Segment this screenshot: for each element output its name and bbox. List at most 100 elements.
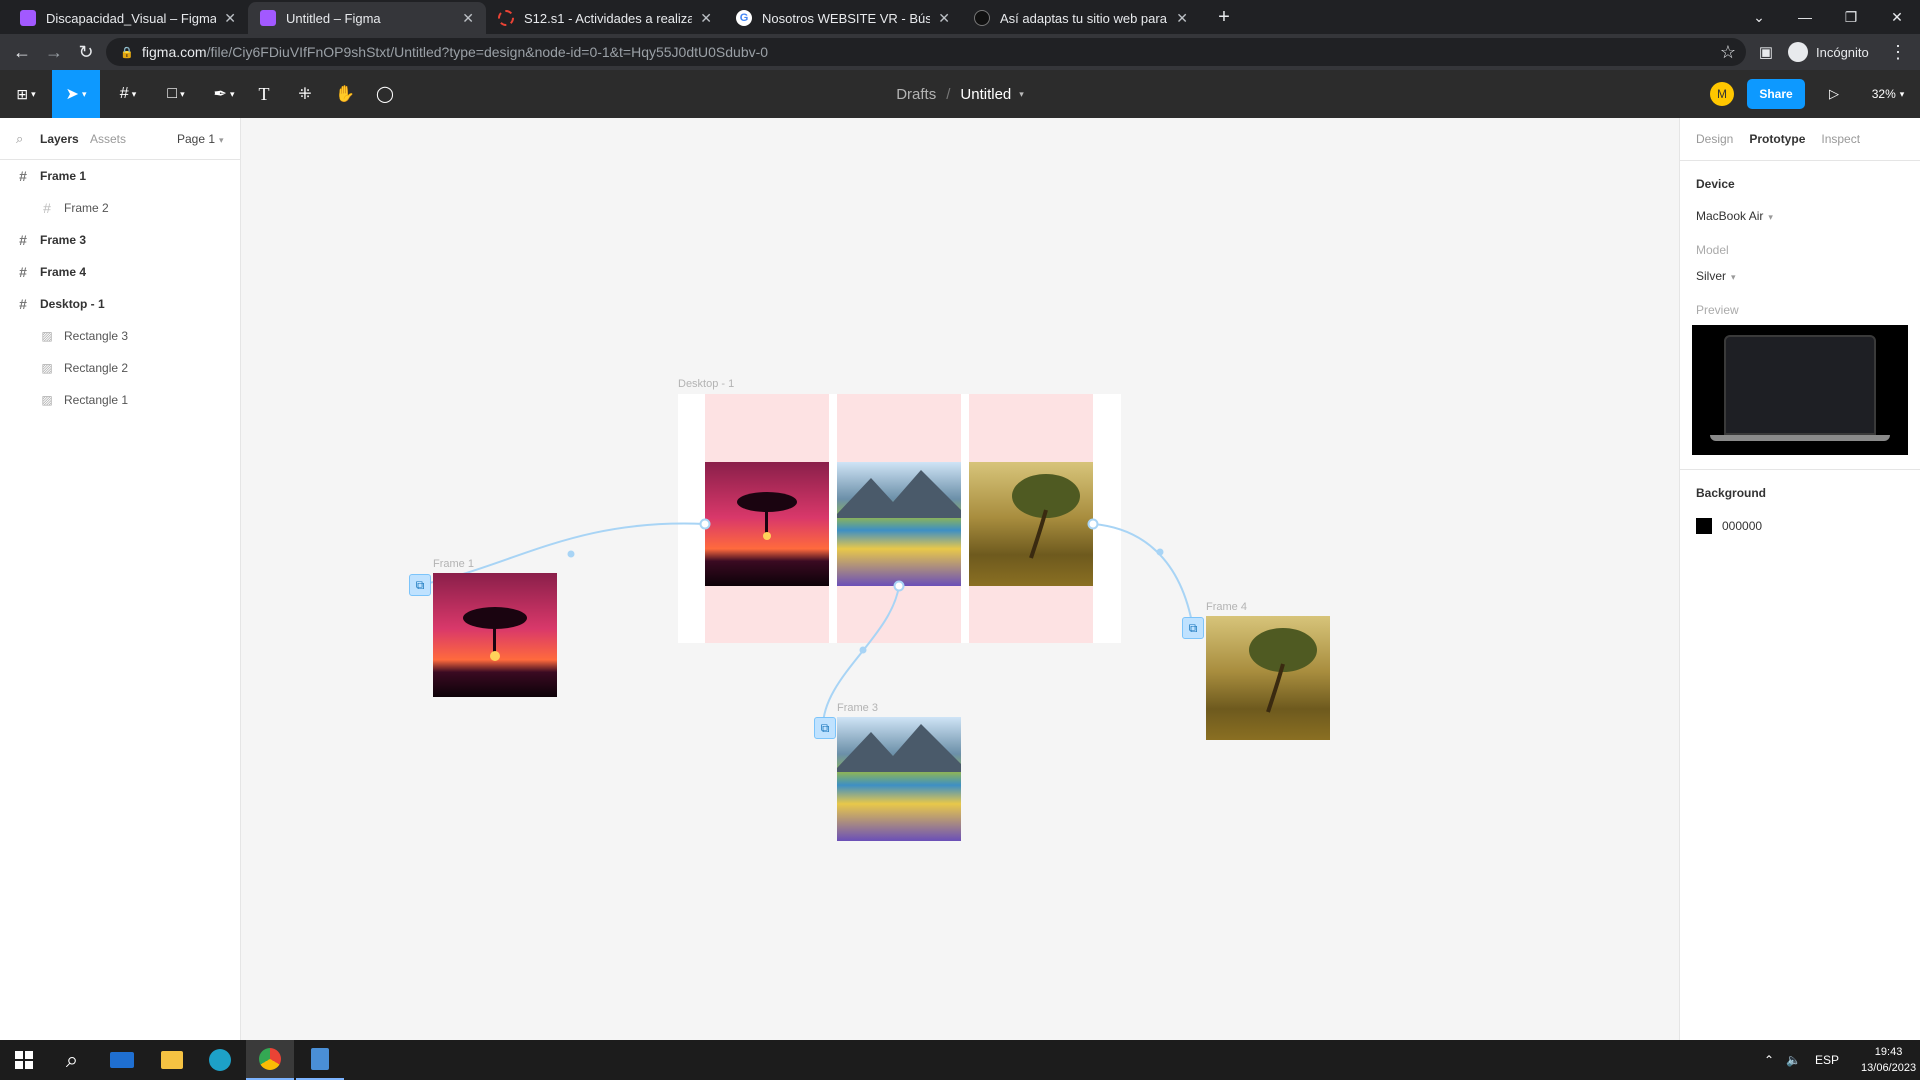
minimize-button[interactable]: —: [1782, 0, 1828, 34]
layer-rectangle-2[interactable]: ▨ Rectangle 2: [0, 352, 240, 384]
desktop-frame-label[interactable]: Desktop - 1: [678, 378, 734, 390]
resources-tool[interactable]: ⁜: [290, 70, 320, 118]
tab-assets[interactable]: Assets: [90, 132, 126, 146]
frame-3-label[interactable]: Frame 3: [837, 702, 878, 714]
layer-name: Rectangle 1: [64, 393, 129, 407]
browser-tab-discapacidad[interactable]: Discapacidad_Visual – Figma ✕: [8, 2, 248, 34]
chevron-down-icon: ▾: [1768, 212, 1773, 222]
rectangle-icon: □: [167, 85, 178, 102]
hand-tool[interactable]: ✋: [330, 70, 360, 118]
search-button[interactable]: ⌕: [48, 1040, 96, 1080]
file-name[interactable]: Untitled: [960, 86, 1011, 103]
layers-panel-tabs: ⌕ Layers Assets Page 1 ▾: [0, 118, 240, 160]
device-value: MacBook Air: [1696, 209, 1764, 223]
file-explorer-app[interactable]: [148, 1040, 196, 1080]
close-icon[interactable]: ✕: [1176, 10, 1188, 27]
rectangle-1-image[interactable]: [705, 462, 829, 586]
chrome-app[interactable]: [246, 1040, 294, 1080]
close-icon[interactable]: ✕: [462, 10, 474, 27]
close-icon[interactable]: ✕: [224, 10, 236, 27]
edge-app[interactable]: [196, 1040, 244, 1080]
browser-tab-actividades[interactable]: S12.s1 - Actividades a realizar ✕: [486, 2, 724, 34]
frame-1-image[interactable]: [433, 573, 557, 697]
layer-desktop-1[interactable]: # Desktop - 1: [0, 288, 240, 320]
chevron-down-icon[interactable]: ▾: [1019, 89, 1024, 100]
close-icon[interactable]: ✕: [700, 10, 712, 27]
frame-4-label[interactable]: Frame 4: [1206, 601, 1247, 613]
frame-1-label[interactable]: Frame 1: [433, 558, 474, 570]
browser-tab-strip: Discapacidad_Visual – Figma ✕ Untitled –…: [0, 0, 1920, 34]
background-hex[interactable]: 000000: [1722, 519, 1762, 533]
connector-anchor[interactable]: [893, 580, 905, 592]
frame-4-image[interactable]: [1206, 616, 1330, 740]
incognito-profile[interactable]: Incógnito: [1788, 40, 1869, 64]
comment-tool[interactable]: ◯: [370, 70, 400, 118]
star-icon[interactable]: ☆: [1716, 40, 1740, 64]
language-indicator[interactable]: ESP: [1815, 1053, 1839, 1067]
browser-tab-nosotros[interactable]: G Nosotros WEBSITE VR - Búsqued ✕: [724, 2, 962, 34]
layer-frame-3[interactable]: # Frame 3: [0, 224, 240, 256]
avatar[interactable]: M: [1708, 70, 1736, 118]
layer-rectangle-1[interactable]: ▨ Rectangle 1: [0, 384, 240, 416]
tab-design[interactable]: Design: [1696, 132, 1733, 146]
chevron-down-icon[interactable]: ⌄: [1736, 0, 1782, 34]
reload-button[interactable]: ↻: [74, 40, 98, 64]
tab-layers[interactable]: Layers: [40, 132, 79, 146]
zoom-menu[interactable]: 32% ▾: [1862, 70, 1914, 118]
layer-frame-2[interactable]: # Frame 2: [0, 192, 240, 224]
menu-icon[interactable]: ⋮: [1886, 40, 1910, 64]
rectangle-3-image[interactable]: [969, 462, 1093, 586]
layer-frame-4[interactable]: # Frame 4: [0, 256, 240, 288]
device-select[interactable]: MacBook Air ▾: [1696, 209, 1904, 223]
mail-app[interactable]: [98, 1040, 146, 1080]
flow-start-icon[interactable]: ⧉: [1182, 617, 1204, 639]
restore-button[interactable]: ❐: [1828, 0, 1874, 34]
close-window-button[interactable]: ✕: [1874, 0, 1920, 34]
browser-tab-asi-adaptas[interactable]: Así adaptas tu sitio web para per ✕: [962, 2, 1200, 34]
tab-prototype[interactable]: Prototype: [1749, 132, 1805, 146]
tab-inspect[interactable]: Inspect: [1821, 132, 1860, 146]
chevron-up-icon[interactable]: ⌃: [1764, 1053, 1774, 1067]
text-tool[interactable]: T: [250, 70, 278, 118]
search-icon[interactable]: ⌕: [16, 131, 23, 147]
clock[interactable]: 19:43 13/06/2023: [1861, 1044, 1916, 1076]
connector-handle[interactable]: [859, 646, 867, 654]
move-tool[interactable]: ➤ ▾: [52, 70, 100, 118]
browser-tab-untitled[interactable]: Untitled – Figma ✕: [248, 2, 486, 34]
background-color-row[interactable]: 000000: [1696, 518, 1904, 534]
url-input[interactable]: 🔒 figma.com/file/Ciy6FDiuVIfFnOP9shStxt/…: [106, 38, 1746, 66]
frame-tool[interactable]: # ▾: [108, 70, 148, 118]
close-icon[interactable]: ✕: [938, 10, 950, 27]
forward-button[interactable]: →: [42, 40, 66, 64]
model-select[interactable]: Silver ▾: [1696, 269, 1904, 283]
pen-tool[interactable]: ✒ ▾: [204, 70, 244, 118]
chevron-down-icon: ▾: [229, 88, 235, 99]
layer-frame-1[interactable]: # Frame 1: [0, 160, 240, 192]
present-button[interactable]: ▷: [1820, 70, 1848, 118]
connector-handle[interactable]: [1156, 548, 1164, 556]
figma-main-menu[interactable]: ⊞ ▾: [4, 70, 48, 118]
comment-icon: ◯: [376, 86, 394, 103]
frame-3-image[interactable]: [837, 717, 961, 841]
layer-rectangle-3[interactable]: ▨ Rectangle 3: [0, 320, 240, 352]
calculator-app[interactable]: [296, 1040, 344, 1080]
resources-icon: ⁜: [298, 86, 312, 103]
connector-handle[interactable]: [567, 550, 575, 558]
side-panel-icon[interactable]: ▣: [1754, 40, 1778, 64]
flow-start-icon[interactable]: ⧉: [409, 574, 431, 596]
layer-name: Rectangle 2: [64, 361, 129, 375]
page-selector[interactable]: Page 1 ▾: [177, 132, 224, 146]
back-button[interactable]: ←: [10, 40, 34, 64]
share-button[interactable]: Share: [1747, 70, 1805, 118]
design-canvas[interactable]: Desktop - 1 Frame 1 Frame 3 Frame 4 ⧉ ⧉ …: [241, 118, 1679, 1040]
color-swatch[interactable]: [1696, 518, 1712, 534]
speaker-muted-icon[interactable]: 🔈: [1786, 1053, 1801, 1067]
connector-anchor[interactable]: [699, 518, 711, 530]
new-tab-button[interactable]: +: [1204, 0, 1244, 34]
rectangle-2-image[interactable]: [837, 462, 961, 586]
shape-tool[interactable]: □ ▾: [156, 70, 196, 118]
windows-start-button[interactable]: [0, 1040, 48, 1080]
connector-anchor[interactable]: [1087, 518, 1099, 530]
breadcrumb-drafts[interactable]: Drafts: [896, 86, 936, 103]
flow-start-icon[interactable]: ⧉: [814, 717, 836, 739]
